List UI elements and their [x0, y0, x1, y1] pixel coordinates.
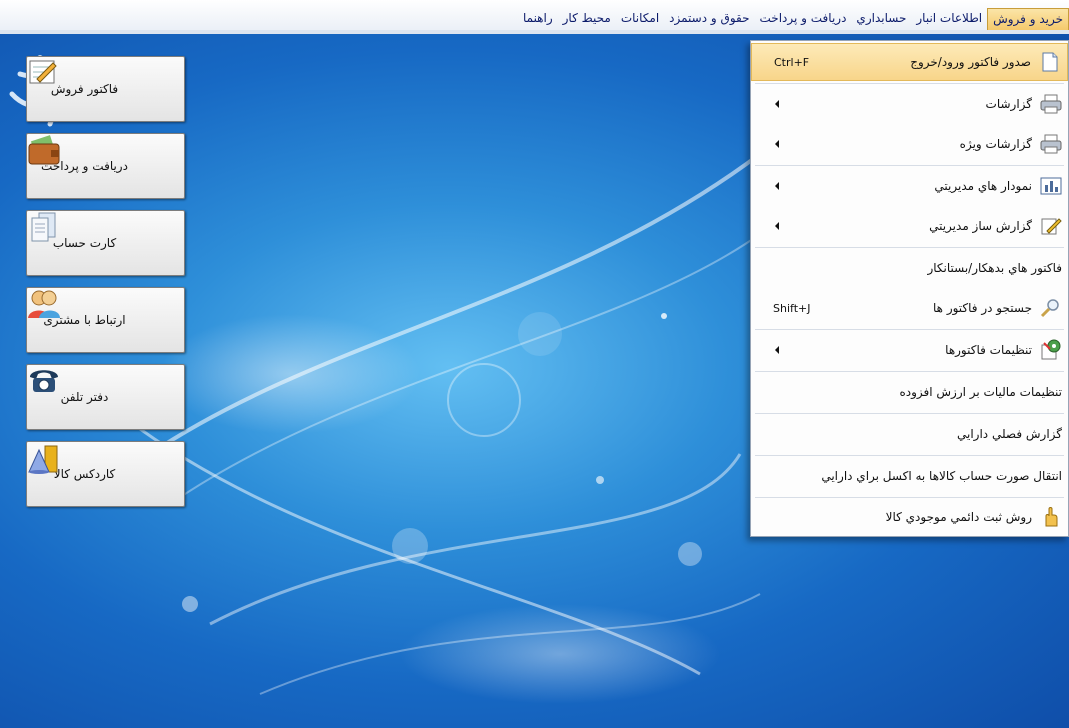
menu-warehouse-info[interactable]: اطلاعات انبار: [911, 8, 987, 30]
settings-icon: [1040, 339, 1062, 361]
goods-cardex-button[interactable]: کاردکس کالا: [26, 441, 185, 507]
customers-icon: [28, 290, 168, 337]
submenu-arrow-icon: [775, 222, 779, 230]
menu-item-issue-invoice[interactable]: صدور فاكتور ورود/خروج Ctrl+F: [751, 43, 1068, 81]
reports-label: گزارشات: [985, 97, 1032, 111]
menu-separator: [755, 83, 1064, 84]
menu-separator: [755, 413, 1064, 414]
issue-invoice-shortcut: Ctrl+F: [774, 55, 810, 69]
menu-item-perpetual-inventory[interactable]: روش ثبت دائمي موجودي كالا: [751, 498, 1068, 536]
seasonal-tax-report-label: گزارش فصلي دارايي: [956, 427, 1062, 441]
management-charts-label: نمودار هاي مديريتي: [934, 179, 1032, 193]
menu-item-seasonal-tax-report[interactable]: گزارش فصلي دارايي: [751, 415, 1068, 453]
sales-dropdown-menu: صدور فاكتور ورود/خروج Ctrl+F گزارشات گزا…: [750, 40, 1069, 537]
sales-invoice-label: فاکتور فروش: [50, 82, 119, 96]
submenu-arrow-icon: [775, 140, 779, 148]
edit-report-icon: [1040, 215, 1062, 237]
menu-sales-purchase[interactable]: خريد و فروش: [987, 8, 1069, 30]
menu-accounting[interactable]: حسابداري: [851, 8, 911, 30]
special-reports-label: گزارشات ويژه: [959, 137, 1032, 151]
vat-settings-label: تنظيمات ماليات بر ارزش افزوده: [899, 385, 1062, 399]
account-card-label: کارت حساب: [52, 236, 117, 250]
issue-invoice-label: صدور فاكتور ورود/خروج: [910, 55, 1031, 69]
receipt-payment-button[interactable]: دریافت و پرداخت: [26, 133, 185, 199]
customer-relations-button[interactable]: ارتباط با مشتری: [26, 287, 185, 353]
goods-cardex-icon: [28, 445, 157, 491]
account-card-icon: [31, 212, 158, 260]
menu-item-management-charts[interactable]: نمودار هاي مديريتي: [751, 167, 1068, 205]
menu-item-report-builder[interactable]: گزارش ساز مديريتي: [751, 207, 1068, 245]
menu-bar: خريد و فروش اطلاعات انبار حسابداري درياف…: [0, 0, 1069, 34]
search-invoices-shortcut: Shift+J: [773, 301, 811, 315]
menu-receipt-payment[interactable]: دريافت و پرداخت: [755, 8, 852, 30]
export-excel-label: انتقال صورت حساب كالاها به اكسل براي دار…: [821, 469, 1062, 483]
debtor-creditor-invoices-label: فاكتور هاي بدهكار/بستانكار: [927, 261, 1062, 275]
menu-separator: [755, 165, 1064, 166]
invoice-settings-label: تنظيمات فاكتورها: [945, 343, 1032, 357]
printer-icon: [1040, 93, 1062, 115]
menu-separator: [755, 329, 1064, 330]
menu-tools[interactable]: امكانات: [616, 8, 664, 30]
menu-help[interactable]: راهنما: [518, 8, 558, 30]
goods-cardex-label: کاردکس کالا: [53, 467, 116, 481]
menu-separator: [755, 247, 1064, 248]
sales-invoice-button[interactable]: فاکتور فروش: [26, 56, 185, 122]
magnifier-icon: [1040, 297, 1062, 319]
account-card-button[interactable]: کارت حساب: [26, 210, 185, 276]
submenu-arrow-icon: [775, 182, 779, 190]
hand-icon: [1040, 506, 1062, 528]
menu-separator: [755, 455, 1064, 456]
submenu-arrow-icon: [775, 346, 779, 354]
menu-item-vat-settings[interactable]: تنظيمات ماليات بر ارزش افزوده: [751, 373, 1068, 411]
menu-payroll[interactable]: حقوق و دستمزد: [664, 8, 754, 30]
report-builder-label: گزارش ساز مديريتي: [929, 219, 1032, 233]
menu-separator: [755, 371, 1064, 372]
telephone-icon: [30, 370, 150, 414]
menu-item-search-invoices[interactable]: جستجو در فاكتور ها Shift+J: [751, 289, 1068, 327]
phone-book-label: دفتر تلفن: [60, 390, 109, 404]
bar-chart-icon: [1040, 175, 1062, 197]
phone-book-button[interactable]: دفتر تلفن: [26, 364, 185, 430]
menu-item-invoice-settings[interactable]: تنظيمات فاكتورها: [751, 331, 1068, 369]
menu-workspace[interactable]: محيط كار: [558, 8, 616, 30]
menu-item-debtor-creditor-invoices[interactable]: فاكتور هاي بدهكار/بستانكار: [751, 249, 1068, 287]
menu-item-export-excel[interactable]: انتقال صورت حساب كالاها به اكسل براي دار…: [751, 457, 1068, 495]
printer-icon: [1040, 133, 1062, 155]
menu-item-special-reports[interactable]: گزارشات ويژه: [751, 125, 1068, 163]
menu-item-reports[interactable]: گزارشات: [751, 85, 1068, 123]
submenu-arrow-icon: [775, 100, 779, 108]
invoice-pencil-icon: [29, 60, 160, 106]
menu-items: خريد و فروش اطلاعات انبار حسابداري درياف…: [518, 8, 1069, 30]
document-icon: [1039, 51, 1061, 73]
search-invoices-label: جستجو در فاكتور ها: [933, 301, 1032, 315]
perpetual-inventory-label: روش ثبت دائمي موجودي كالا: [885, 510, 1032, 524]
wallet-icon: [28, 135, 170, 183]
